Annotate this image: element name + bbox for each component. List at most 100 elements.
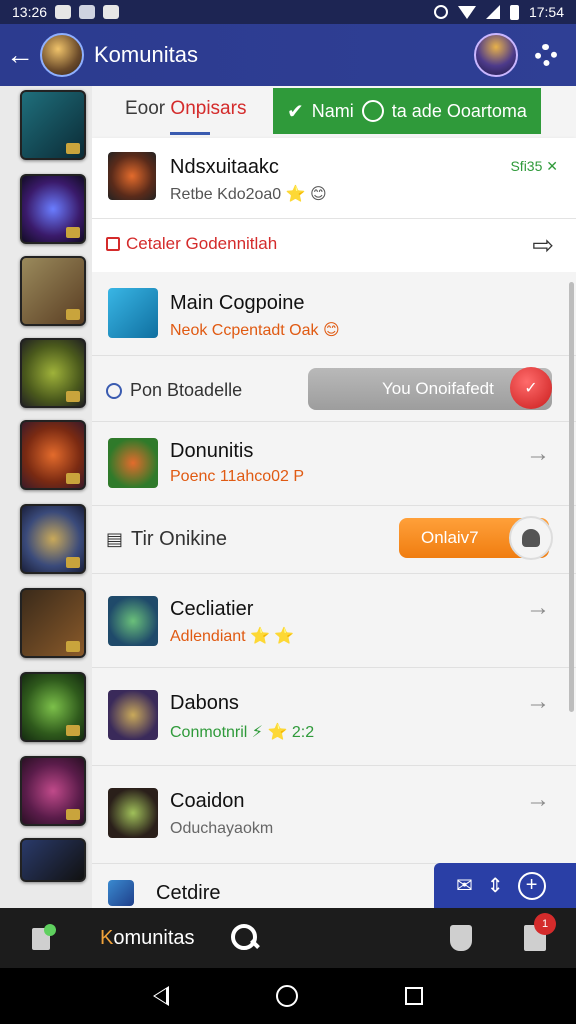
tab-bar: Eoor Onpisars ✔ Nami ta ade Ooartoma: [92, 86, 576, 138]
compose-button[interactable]: ✉ ⇕ +: [434, 863, 576, 908]
check-icon: ✔: [287, 100, 304, 123]
nav-recents-icon[interactable]: [404, 987, 423, 1005]
tab-join-community[interactable]: ✔ Nami ta ade Ooartoma: [273, 88, 541, 134]
list-item[interactable]: Main Cogpoine Neok Ccpentadt Oak 😊: [92, 272, 576, 356]
online-toggle[interactable]: Onlaiv7: [399, 516, 553, 560]
list-item-title: Coaidon: [170, 790, 245, 812]
tab-join-prefix: Nami: [311, 100, 354, 121]
check-knob-icon: ✓: [510, 367, 552, 409]
rail-thumb[interactable]: [20, 504, 86, 574]
community-tab[interactable]: Komunitas: [100, 927, 195, 950]
list-item-title: Donunitis: [170, 440, 254, 462]
share-arrow-icon[interactable]: ⇨: [532, 230, 554, 261]
featured-card: Ndsxuitaakc Retbe Kdo2oa0 ⭐ 😊 Sfi35 ✕ Ce…: [92, 138, 576, 272]
list-item[interactable]: Donunitis Poenc 11ahco02 P →: [92, 422, 576, 506]
community-tab-label: omunitas: [113, 926, 195, 949]
scrollbar[interactable]: [569, 282, 574, 712]
online-toggle-text: Onlaiv7: [421, 528, 479, 547]
toggle-label: Pon Btoadelle: [106, 380, 242, 401]
signal-icon: [485, 5, 500, 19]
mail-icon: [103, 5, 120, 19]
nav-home-icon[interactable]: [275, 985, 298, 1007]
chevron-right-icon: →: [526, 440, 550, 467]
user-knob-icon: [509, 516, 553, 560]
status-time-right: 17:54: [528, 4, 564, 20]
rail-thumb[interactable]: [20, 672, 86, 742]
rail-thumb[interactable]: [20, 838, 86, 882]
battery-icon: [509, 4, 519, 20]
list-item[interactable]: Cecliatier Adlendiant ⭐ ⭐ →: [92, 574, 576, 668]
game-icon: [108, 596, 158, 646]
rail-thumb[interactable]: [20, 90, 86, 160]
gallery-icon: [55, 5, 72, 19]
notify-toggle[interactable]: You Onoifafedt ✓: [308, 367, 552, 410]
list-item-title: Main Cogpoine: [170, 292, 305, 314]
list-item-subtitle: Neok Ccpentadt Oak 😊: [170, 322, 340, 339]
settings-gear-icon[interactable]: [532, 41, 560, 69]
tab-opinions[interactable]: Eoor Onpisars: [125, 98, 246, 120]
chevron-right-icon: →: [526, 688, 550, 715]
chevron-right-icon: →: [526, 786, 550, 813]
list-item-subtitle: Oduchayaokm: [170, 820, 274, 837]
list-item-title: Dabons: [170, 692, 239, 714]
toggle-label: ▤ Tir Onikine: [106, 528, 227, 551]
game-icon: [108, 690, 158, 740]
rail-thumb[interactable]: [20, 420, 86, 490]
status-time-left: 13:26: [12, 4, 48, 20]
feed-tab[interactable]: [26, 918, 66, 958]
status-bar: 13:26 17:54: [0, 0, 576, 24]
list-item-subtitle: Adlendiant ⭐ ⭐: [170, 628, 295, 645]
calendar-icon: [106, 237, 120, 251]
message-icon: [79, 5, 96, 19]
notification-badge: 1: [534, 913, 556, 935]
list-item-subtitle: Poenc 11ahco02 P: [170, 468, 305, 485]
app-icon: [108, 288, 158, 338]
shield-icon[interactable]: [450, 925, 472, 951]
notify-toggle-text: You Onoifafedt: [382, 379, 494, 398]
rail-thumb[interactable]: [20, 756, 86, 826]
toggle-label-text: Tir Onikine: [131, 528, 227, 550]
toggle-row: ▤ Tir Onikine Onlaiv7: [92, 506, 576, 574]
rail-thumb[interactable]: [20, 338, 86, 408]
rail-thumb[interactable]: [20, 256, 86, 326]
profile-avatar[interactable]: [474, 33, 518, 77]
search-icon[interactable]: [230, 924, 259, 952]
tab-opinions-prefix: Eoor: [125, 98, 171, 119]
plus-icon: +: [517, 871, 546, 900]
featured-badge[interactable]: Sfi35 ✕: [510, 158, 558, 175]
game-icon: [108, 788, 158, 838]
nav-back-icon[interactable]: [153, 986, 170, 1006]
sort-icon: ⇕: [486, 875, 504, 897]
rail-thumb[interactable]: [20, 588, 86, 658]
tab-opinions-label: Onpisars: [170, 98, 247, 119]
rail-thumb[interactable]: [20, 174, 86, 244]
calendar-link[interactable]: Cetaler Godennitlah: [106, 234, 277, 254]
community-tab-initial: K: [100, 926, 114, 949]
list-item-title: Cecliatier: [170, 598, 254, 620]
game-rail: »▲: [0, 86, 92, 970]
community-avatar[interactable]: [40, 33, 84, 77]
main-panel: Eoor Onpisars ✔ Nami ta ade Ooartoma Nds…: [92, 86, 576, 908]
badge-circle-icon: [361, 100, 384, 122]
chevron-right-icon: →: [526, 594, 550, 621]
arrow-left-icon: ←: [6, 39, 34, 70]
list-item-title: Cetdire: [156, 882, 221, 904]
app-icon: [108, 880, 134, 906]
system-nav-bar: [0, 968, 576, 1024]
list-item[interactable]: Coaidon Oduchayaokm →: [92, 766, 576, 864]
toggle-row: Pon Btoadelle You Onoifafedt ✓: [92, 356, 576, 422]
inbox-icon[interactable]: 1: [524, 913, 556, 951]
wifi-icon: [457, 5, 476, 19]
app-bar: ← Komunitas: [0, 24, 576, 86]
featured-title: Ndsxuitaakc: [170, 156, 279, 178]
list-item[interactable]: Dabons Conmotnril ⚡ ⭐ 2:2 →: [92, 668, 576, 766]
back-button[interactable]: ←: [0, 24, 40, 86]
bottom-navigation: Komunitas 1: [0, 908, 576, 968]
power-icon: [106, 382, 122, 399]
featured-game-icon[interactable]: [108, 152, 156, 200]
tab-indicator: [170, 132, 210, 135]
featured-subtitle: Retbe Kdo2oa0 ⭐ 😊: [170, 186, 327, 203]
page-title: Komunitas: [94, 42, 198, 67]
calendar-link-label: Cetaler Godennitlah: [126, 234, 278, 253]
alarm-icon: [433, 5, 448, 19]
